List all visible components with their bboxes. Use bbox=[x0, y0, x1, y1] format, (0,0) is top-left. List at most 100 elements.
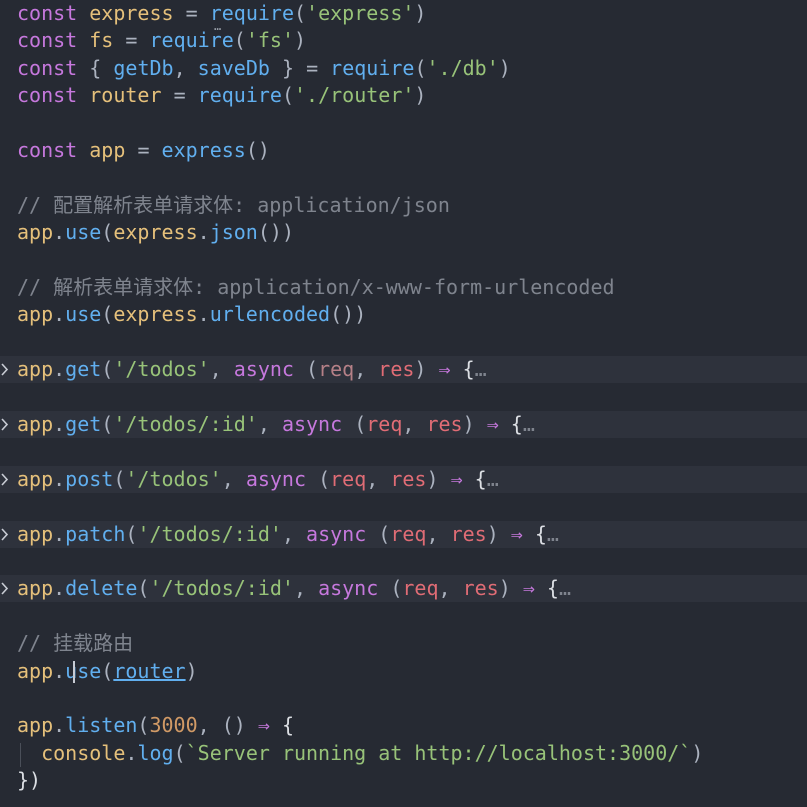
folded-code-line[interactable]: app.delete('/todos/:id', async (req, res… bbox=[0, 575, 807, 603]
code-token: app bbox=[17, 658, 54, 683]
code-token: ( bbox=[125, 521, 138, 546]
blank-line[interactable] bbox=[0, 548, 807, 575]
code-line[interactable]: console.log(`Server running at http://lo… bbox=[0, 740, 807, 767]
code-line[interactable]: app.use(express.urlencoded()) bbox=[0, 301, 807, 328]
code-token: ) bbox=[498, 576, 511, 601]
code-token: ( bbox=[137, 576, 150, 601]
code-token: ⇒ bbox=[450, 466, 463, 491]
code-text: }) bbox=[17, 767, 41, 794]
code-token: ) bbox=[414, 1, 427, 25]
code-token: req bbox=[402, 576, 439, 601]
code-token: // 挂载路由 bbox=[17, 631, 134, 656]
code-editor[interactable]: const express = require('express') const … bbox=[0, 0, 807, 807]
code-token: . bbox=[197, 220, 210, 245]
blank-line[interactable] bbox=[0, 110, 807, 137]
blank-line[interactable] bbox=[0, 603, 807, 630]
code-line[interactable]: // 解析表单请求体: application/x-www-form-urlen… bbox=[0, 274, 807, 301]
code-token: express bbox=[113, 220, 198, 245]
code-line[interactable]: const router = require('./router') bbox=[0, 82, 807, 109]
code-token: ( bbox=[414, 55, 427, 80]
code-token: async bbox=[318, 576, 379, 601]
code-token: ) bbox=[414, 83, 427, 108]
code-token: ) bbox=[426, 466, 439, 491]
folded-code-line[interactable]: app.get('/todos/:id', async (req, res) ⇒… bbox=[0, 411, 807, 438]
code-line[interactable]: app.use(express.json()) bbox=[0, 219, 807, 246]
code-line[interactable]: const fs = require('fs') bbox=[0, 27, 807, 54]
chevron-right-icon[interactable] bbox=[0, 356, 12, 383]
blank-line[interactable] bbox=[0, 493, 807, 520]
code-text: app.post('/todos', async (req, res) ⇒ {… bbox=[17, 466, 499, 493]
code-token: async bbox=[245, 466, 307, 491]
code-line[interactable]: const express = require('express') bbox=[0, 0, 807, 27]
code-token: 'express' bbox=[306, 1, 415, 25]
code-line[interactable]: const { getDb, saveDb } = require('./db'… bbox=[0, 55, 807, 82]
chevron-right-icon[interactable] bbox=[0, 575, 12, 602]
code-token: . bbox=[53, 576, 66, 601]
code-token: ( bbox=[137, 713, 150, 738]
code-line[interactable]: app.use(router) bbox=[0, 658, 807, 685]
code-token: req bbox=[366, 412, 403, 436]
code-token: async bbox=[306, 521, 367, 546]
code-text: app.patch('/todos/:id', async (req, res)… bbox=[17, 521, 559, 548]
code-token: '/todos' bbox=[113, 357, 210, 382]
code-token: , bbox=[221, 466, 234, 491]
code-token: , bbox=[281, 521, 294, 546]
folded-code-line[interactable]: app.patch('/todos/:id', async (req, res)… bbox=[0, 520, 807, 548]
code-token: = bbox=[137, 138, 150, 162]
blank-line[interactable] bbox=[0, 329, 807, 356]
code-token: { bbox=[510, 412, 523, 436]
code-token: … bbox=[522, 412, 535, 436]
code-token: , bbox=[354, 357, 367, 382]
code-text: const express = require('express') bbox=[17, 0, 426, 27]
code-line[interactable]: }) bbox=[0, 767, 807, 794]
code-token: async bbox=[233, 357, 294, 382]
blank-line[interactable] bbox=[0, 438, 807, 465]
code-token: app bbox=[17, 412, 54, 436]
code-text: const fs = require('fs') bbox=[17, 27, 306, 54]
code-token: ⇒ bbox=[257, 713, 270, 738]
code-token: log bbox=[137, 740, 174, 765]
hint-dots: … bbox=[214, 19, 222, 33]
code-token: ( bbox=[101, 357, 114, 382]
code-token: express bbox=[113, 302, 198, 327]
code-line[interactable]: const app = express() bbox=[0, 137, 807, 164]
chevron-right-icon[interactable] bbox=[0, 411, 12, 438]
code-token: use bbox=[65, 302, 102, 327]
code-token: ()) bbox=[257, 220, 294, 245]
folded-code-line[interactable]: app.get('/todos', async (req, res) ⇒ {… bbox=[0, 356, 807, 384]
chevron-right-icon[interactable] bbox=[0, 521, 12, 548]
code-line[interactable]: // 挂载路由 bbox=[0, 630, 807, 657]
code-token: , bbox=[293, 576, 307, 601]
code-token: req bbox=[318, 357, 355, 382]
code-token: … bbox=[558, 576, 571, 601]
chevron-right-icon[interactable] bbox=[0, 466, 12, 493]
code-text: app.use(express.urlencoded()) bbox=[17, 301, 366, 328]
code-line[interactable]: // 配置解析表单请求体: application/json bbox=[0, 192, 807, 219]
folded-code-line[interactable]: app.post('/todos', async (req, res) ⇒ {… bbox=[0, 465, 807, 493]
blank-line[interactable] bbox=[0, 247, 807, 274]
blank-line[interactable] bbox=[0, 685, 807, 712]
blank-line[interactable] bbox=[0, 384, 807, 411]
code-token: get bbox=[65, 412, 102, 436]
code-token: ( bbox=[318, 466, 331, 491]
code-token: = bbox=[173, 83, 186, 108]
blank-line[interactable] bbox=[0, 164, 807, 191]
code-text: app.delete('/todos/:id', async (req, res… bbox=[17, 575, 571, 602]
code-token: { bbox=[89, 55, 102, 80]
code-line[interactable]: app.listen(3000, () ⇒ { bbox=[0, 712, 807, 739]
code-text: // 配置解析表单请求体: application/json bbox=[17, 192, 450, 219]
code-token: post bbox=[65, 466, 114, 491]
